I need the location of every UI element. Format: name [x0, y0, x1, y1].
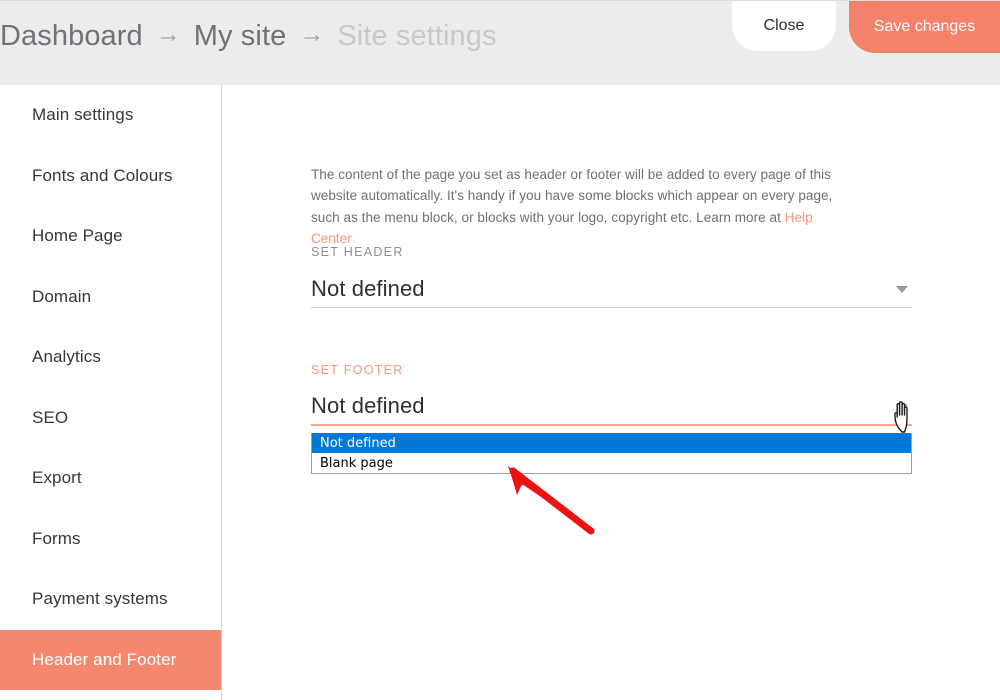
- breadcrumb-separator-icon: →: [155, 19, 181, 48]
- intro-description: The content of the page you set as heade…: [311, 164, 856, 250]
- sidebar-item-label: Main settings: [32, 105, 134, 125]
- sidebar-item-label: Export: [32, 468, 82, 488]
- breadcrumb: Dashboard → My site → Site settings: [0, 13, 497, 59]
- set-footer-select[interactable]: Not defined: [311, 388, 912, 426]
- set-footer-value: Not defined: [311, 393, 425, 418]
- site-settings-page: Dashboard → My site → Site settings Clos…: [0, 0, 1000, 700]
- set-header-select[interactable]: Not defined: [311, 270, 912, 308]
- sidebar-item-label: Payment systems: [32, 589, 168, 609]
- sidebar-item-export[interactable]: Export: [0, 448, 221, 509]
- set-footer-label: SET FOOTER: [311, 363, 404, 377]
- breadcrumb-item-site-settings: Site settings: [337, 19, 497, 52]
- set-footer-dropdown-list[interactable]: Not defined Blank page: [311, 433, 912, 474]
- sidebar-item-home-page[interactable]: Home Page: [0, 206, 221, 267]
- dropdown-option-label: Blank page: [320, 455, 393, 471]
- sidebar-item-header-and-footer[interactable]: Header and Footer: [0, 629, 221, 690]
- dropdown-option-blank-page[interactable]: Blank page: [312, 453, 911, 473]
- sidebar-item-forms[interactable]: Forms: [0, 509, 221, 570]
- sidebar-item-main-settings[interactable]: Main settings: [0, 85, 221, 146]
- set-header-field: SET HEADER Not defined: [311, 245, 912, 308]
- chevron-down-icon[interactable]: [896, 404, 908, 411]
- sidebar-item-label: SEO: [32, 407, 69, 427]
- sidebar-item-label: Fonts and Colours: [32, 165, 173, 185]
- sidebar-item-label: Domain: [32, 286, 92, 306]
- main-content: The content of the page you set as heade…: [222, 85, 1000, 700]
- sidebar-item-analytics[interactable]: Analytics: [0, 327, 221, 388]
- top-bar: Dashboard → My site → Site settings Clos…: [0, 0, 1000, 85]
- sidebar-item-label: Analytics: [32, 347, 101, 367]
- breadcrumb-separator-icon: →: [299, 19, 325, 48]
- set-header-label: SET HEADER: [311, 245, 404, 259]
- breadcrumb-item-dashboard[interactable]: Dashboard: [0, 21, 143, 51]
- breadcrumb-item-my-site[interactable]: My site: [194, 21, 287, 51]
- sidebar-item-label: Header and Footer: [32, 649, 177, 669]
- dropdown-option-not-defined[interactable]: Not defined: [312, 433, 911, 453]
- save-changes-button[interactable]: Save changes: [849, 1, 1000, 53]
- set-header-value: Not defined: [311, 275, 425, 301]
- settings-sidebar: Main settings Fonts and Colours Home Pag…: [0, 85, 222, 700]
- intro-text: The content of the page you set as heade…: [311, 166, 833, 225]
- chevron-down-icon[interactable]: [896, 286, 908, 293]
- dropdown-option-label: Not defined: [320, 435, 396, 451]
- sidebar-item-domain[interactable]: Domain: [0, 267, 221, 328]
- set-footer-field: SET FOOTER Not defined: [311, 363, 912, 426]
- close-button[interactable]: Close: [732, 1, 836, 51]
- sidebar-item-label: Forms: [32, 528, 81, 548]
- sidebar-item-label: Home Page: [32, 226, 123, 246]
- sidebar-item-payment-systems[interactable]: Payment systems: [0, 569, 221, 630]
- sidebar-item-seo[interactable]: SEO: [0, 388, 221, 449]
- sidebar-item-fonts-and-colours[interactable]: Fonts and Colours: [0, 146, 221, 207]
